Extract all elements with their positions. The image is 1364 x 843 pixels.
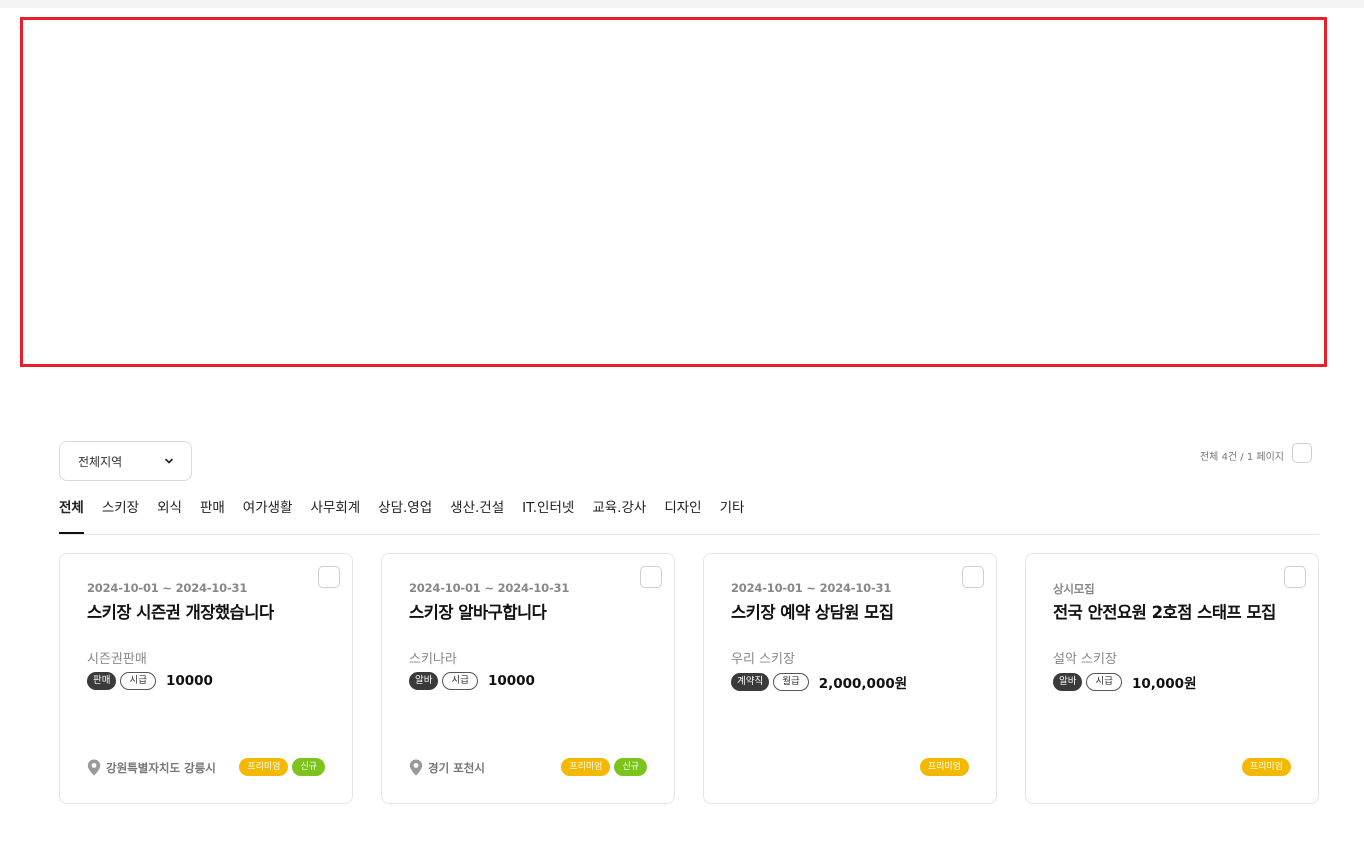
pay-unit-chip: 시급 <box>1086 673 1122 691</box>
job-checkbox[interactable] <box>1284 566 1306 588</box>
job-title[interactable]: 스키장 시즌권 개장했습니다 <box>87 599 274 623</box>
job-list: 2024-10-01 ~ 2024-10-31 스키장 시즌권 개장했습니다 시… <box>59 553 1319 804</box>
tab-production[interactable]: 생산.건설 <box>450 497 504 534</box>
job-pay: 2,000,000원 <box>818 676 908 692</box>
chevron-down-icon <box>165 458 173 464</box>
job-type-chip: 계약직 <box>731 673 770 691</box>
new-badge: 신규 <box>614 758 647 776</box>
job-meta: 판매 시급 10000 <box>87 672 213 690</box>
premium-badge: 프리미엄 <box>1241 758 1291 776</box>
job-meta: 알바 시급 10000 <box>409 672 535 690</box>
job-card[interactable]: 2024-10-01 ~ 2024-10-31 스키장 알바구합니다 스키나라 … <box>381 553 675 804</box>
tab-education[interactable]: 교육.강사 <box>592 497 646 534</box>
top-strip <box>0 0 1364 8</box>
category-tabs: 전체 스키장 외식 판매 여가생활 사무회계 상담.영업 생산.건설 IT.인터… <box>59 497 1319 535</box>
tab-design[interactable]: 디자인 <box>664 497 701 534</box>
pay-unit-chip: 월급 <box>773 673 809 691</box>
job-card[interactable]: 2024-10-01 ~ 2024-10-31 스키장 시즌권 개장했습니다 시… <box>59 553 353 804</box>
job-badges: 프리미엄 신규 <box>561 758 647 776</box>
job-card[interactable]: 2024-10-01 ~ 2024-10-31 스키장 예약 상담원 모집 우리… <box>703 553 997 804</box>
job-company: 설악 스키장 <box>1053 652 1117 667</box>
job-period: 2024-10-01 ~ 2024-10-31 <box>87 581 248 595</box>
select-all-checkbox[interactable] <box>1292 443 1312 463</box>
tab-all[interactable]: 전체 <box>59 497 84 534</box>
job-title[interactable]: 스키장 알바구합니다 <box>409 599 547 623</box>
job-location-text: 강원특별자치도 강릉시 <box>106 760 216 775</box>
result-summary: 전체 4건 / 1 페이지 <box>1199 452 1284 463</box>
job-company: 스키나라 <box>409 652 457 667</box>
job-meta: 알바 시급 10,000원 <box>1053 672 1196 692</box>
tab-it[interactable]: IT.인터넷 <box>522 497 574 534</box>
job-location: 경기 포천시 <box>409 759 485 776</box>
job-checkbox[interactable] <box>318 566 340 588</box>
banner-area <box>20 17 1327 367</box>
premium-badge: 프리미엄 <box>561 758 611 776</box>
new-badge: 신규 <box>292 758 325 776</box>
premium-badge: 프리미엄 <box>239 758 289 776</box>
tab-consulting[interactable]: 상담.영업 <box>378 497 432 534</box>
job-title[interactable]: 스키장 예약 상담원 모집 <box>731 599 894 623</box>
job-pay: 10,000원 <box>1131 676 1197 692</box>
region-select-label: 전체지역 <box>78 454 123 469</box>
job-period: 2024-10-01 ~ 2024-10-31 <box>731 581 892 595</box>
job-company: 우리 스키장 <box>731 652 795 667</box>
job-type-chip: 알바 <box>409 672 439 690</box>
tab-food[interactable]: 외식 <box>157 497 182 534</box>
job-type-chip: 알바 <box>1053 673 1083 691</box>
job-badges: 프리미엄 신규 <box>239 758 325 776</box>
job-location-text: 경기 포천시 <box>428 760 485 775</box>
job-checkbox[interactable] <box>640 566 662 588</box>
job-period: 상시모집 <box>1053 582 1095 596</box>
job-company: 시즌권판매 <box>87 652 147 667</box>
job-pay: 10000 <box>165 673 213 689</box>
job-type-chip: 판매 <box>87 672 117 690</box>
job-badges: 프리미엄 <box>1241 758 1291 776</box>
tab-office[interactable]: 사무회계 <box>310 497 360 534</box>
job-card[interactable]: 상시모집 전국 안전요원 2호점 스태프 모집 설악 스키장 알바 시급 10,… <box>1025 553 1319 804</box>
job-title[interactable]: 전국 안전요원 2호점 스태프 모집 <box>1053 599 1276 623</box>
location-pin-icon <box>409 759 423 776</box>
job-meta: 계약직 월급 2,000,000원 <box>731 672 907 692</box>
tab-etc[interactable]: 기타 <box>720 497 745 534</box>
job-checkbox[interactable] <box>962 566 984 588</box>
tab-sales[interactable]: 판매 <box>200 497 225 534</box>
job-location: 강원특별자치도 강릉시 <box>87 759 216 776</box>
location-pin-icon <box>87 759 101 776</box>
tab-leisure[interactable]: 여가생활 <box>243 497 293 534</box>
job-period: 2024-10-01 ~ 2024-10-31 <box>409 581 570 595</box>
pay-unit-chip: 시급 <box>120 672 156 690</box>
job-badges: 프리미엄 <box>919 758 969 776</box>
premium-badge: 프리미엄 <box>919 758 969 776</box>
region-select[interactable]: 전체지역 <box>59 441 192 481</box>
job-pay: 10000 <box>487 673 535 689</box>
pay-unit-chip: 시급 <box>442 672 478 690</box>
tab-ski[interactable]: 스키장 <box>102 497 139 534</box>
